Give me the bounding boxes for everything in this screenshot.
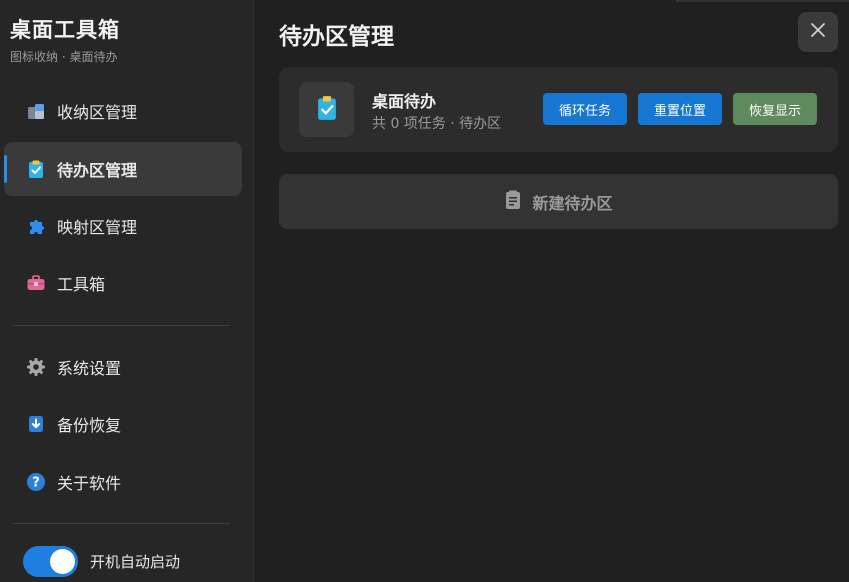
- window-top-edge: [676, 0, 849, 2]
- clipboard-check-icon: [315, 95, 339, 125]
- help-icon: ?: [26, 472, 46, 492]
- brand: 桌面工具箱 图标收纳 · 桌面待办: [10, 14, 120, 65]
- close-icon: [810, 22, 826, 42]
- autostart-label: 开机自动启动: [90, 553, 181, 571]
- active-indicator: [4, 155, 7, 183]
- sidebar-item-label: 映射区管理: [57, 218, 138, 237]
- sidebar-item-label: 收纳区管理: [57, 103, 138, 122]
- page-title: 待办区管理: [279, 24, 394, 50]
- sidebar-item-storage[interactable]: 收纳区管理: [4, 84, 242, 138]
- gear-icon: [26, 357, 46, 377]
- backup-icon: [26, 414, 46, 434]
- reset-position-button[interactable]: 重置位置: [638, 93, 722, 125]
- toolbox-icon: [26, 273, 46, 293]
- sidebar-item-label: 备份恢复: [57, 416, 122, 435]
- sidebar-divider: [12, 523, 230, 524]
- puzzle-icon: [26, 216, 46, 236]
- svg-text:?: ?: [32, 476, 40, 491]
- storage-box-icon: [26, 101, 46, 121]
- sidebar-divider: [12, 325, 230, 326]
- app-title: 桌面工具箱: [10, 18, 120, 42]
- new-todo-area-label: 新建待办区: [532, 193, 613, 213]
- sidebar-item-label: 系统设置: [57, 359, 122, 378]
- notepad-icon: [504, 190, 522, 214]
- sidebar-item-toolbox[interactable]: 工具箱: [4, 256, 242, 310]
- autostart-toggle[interactable]: [23, 546, 78, 577]
- sidebar-item-label: 工具箱: [57, 275, 106, 294]
- close-button[interactable]: [798, 12, 838, 52]
- restore-display-button[interactable]: 恢复显示: [733, 93, 817, 125]
- clipboard-check-icon: [26, 159, 46, 179]
- todo-area-card: 桌面待办 共 0 项任务 · 待办区 循环任务 重置位置 恢复显示: [279, 67, 838, 152]
- sidebar: 桌面工具箱 图标收纳 · 桌面待办 收纳区管理 待办区管理 映射区管理 工具箱 …: [0, 0, 254, 582]
- toggle-knob: [50, 549, 75, 574]
- autostart-row: 开机自动启动: [23, 546, 180, 577]
- card-icon-box: [299, 82, 354, 137]
- loop-task-button[interactable]: 循环任务: [543, 93, 627, 125]
- card-subtitle: 共 0 项任务 · 待办区: [372, 116, 502, 132]
- sidebar-item-mapping[interactable]: 映射区管理: [4, 199, 242, 253]
- sidebar-item-backup[interactable]: 备份恢复: [4, 397, 242, 451]
- app-subtitle: 图标收纳 · 桌面待办: [10, 50, 118, 64]
- card-title: 桌面待办: [372, 92, 437, 111]
- sidebar-item-todo[interactable]: 待办区管理: [4, 142, 242, 196]
- sidebar-item-settings[interactable]: 系统设置: [4, 340, 242, 394]
- sidebar-item-about[interactable]: ? 关于软件: [4, 455, 242, 509]
- sidebar-item-label: 关于软件: [57, 474, 122, 493]
- sidebar-item-label: 待办区管理: [57, 161, 138, 180]
- new-todo-area-button[interactable]: 新建待办区: [279, 174, 838, 229]
